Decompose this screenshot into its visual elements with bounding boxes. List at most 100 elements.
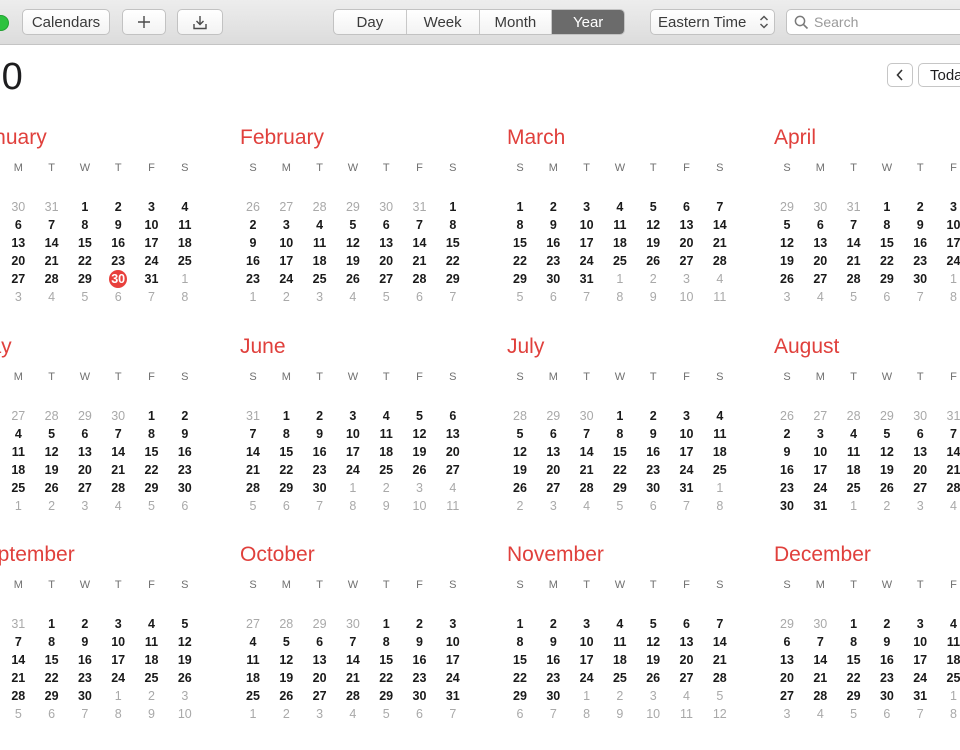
day-cell[interactable]: 9 [74, 633, 96, 651]
day-cell[interactable]: 6 [7, 216, 29, 234]
day-cell[interactable]: 5 [642, 615, 664, 633]
day-cell[interactable]: 23 [642, 461, 664, 479]
day-cell[interactable]: 23 [107, 252, 129, 270]
day-cell[interactable]: 28 [709, 252, 731, 270]
day-cell[interactable]: 3 [576, 198, 598, 216]
day-cell[interactable]: 24 [676, 461, 698, 479]
day-cell[interactable]: 12 [342, 234, 364, 252]
day-cell[interactable]: 6 [876, 288, 898, 306]
month-name[interactable]: March [507, 126, 565, 150]
export-button[interactable] [177, 9, 223, 35]
day-cell[interactable]: 7 [709, 615, 731, 633]
day-cell[interactable]: 15 [141, 443, 163, 461]
day-cell[interactable]: 12 [876, 443, 898, 461]
day-cell[interactable]: 15 [509, 234, 531, 252]
month-july[interactable]: July S M T W T F S 28 29 30 1 2 3 4 5 6 7 8 9 10 11 12 13 14 15 16… [507, 335, 755, 535]
day-cell[interactable]: 30 [909, 270, 931, 288]
day-cell[interactable]: 3 [7, 288, 29, 306]
day-cell[interactable]: 23 [409, 669, 431, 687]
day-cell[interactable]: 20 [676, 651, 698, 669]
day-cell[interactable]: 25 [375, 461, 397, 479]
day-cell[interactable]: 8 [609, 425, 631, 443]
day-cell[interactable]: 17 [342, 443, 364, 461]
day-cell[interactable]: 3 [309, 288, 331, 306]
day-cell[interactable]: 3 [676, 270, 698, 288]
day-cell[interactable]: 15 [375, 651, 397, 669]
day-cell[interactable]: 31 [843, 198, 865, 216]
day-cell[interactable]: 1 [342, 479, 364, 497]
day-cell[interactable]: 7 [74, 705, 96, 723]
day-cell[interactable]: 8 [41, 633, 63, 651]
day-cell[interactable]: 9 [909, 216, 931, 234]
day-cell[interactable]: 25 [609, 669, 631, 687]
day-cell[interactable]: 10 [275, 234, 297, 252]
day-cell[interactable]: 6 [74, 425, 96, 443]
day-cell[interactable]: 9 [642, 425, 664, 443]
day-cell[interactable]: 14 [41, 234, 63, 252]
day-cell[interactable]: 26 [409, 461, 431, 479]
day-cell[interactable]: 9 [409, 633, 431, 651]
day-cell[interactable]: 15 [876, 234, 898, 252]
day-cell[interactable]: 7 [542, 705, 564, 723]
day-cell[interactable]: 5 [141, 497, 163, 515]
day-cell[interactable]: 1 [943, 270, 960, 288]
window-zoom-button[interactable] [0, 15, 9, 31]
day-cell[interactable]: 13 [776, 651, 798, 669]
day-cell[interactable]: 15 [442, 234, 464, 252]
month-name[interactable]: July [507, 335, 544, 359]
day-cell[interactable]: 28 [943, 479, 960, 497]
day-cell[interactable]: 14 [342, 651, 364, 669]
today-button[interactable]: Today [918, 63, 960, 87]
day-cell[interactable]: 2 [542, 615, 564, 633]
day-cell[interactable]: 1 [242, 288, 264, 306]
day-cell[interactable]: 4 [309, 216, 331, 234]
day-cell[interactable]: 22 [375, 669, 397, 687]
day-cell[interactable]: 26 [776, 270, 798, 288]
day-cell[interactable]: 4 [107, 497, 129, 515]
day-cell[interactable]: 15 [74, 234, 96, 252]
day-cell[interactable]: 4 [342, 705, 364, 723]
day-cell[interactable]: 30 [7, 198, 29, 216]
day-cell[interactable]: 8 [943, 705, 960, 723]
day-cell[interactable]: 12 [509, 443, 531, 461]
month-january[interactable]: JanuarySMTWTFS29303112345678910111213141… [0, 126, 220, 326]
day-cell[interactable]: 27 [242, 615, 264, 633]
day-cell[interactable]: 17 [576, 234, 598, 252]
day-cell[interactable]: 3 [309, 705, 331, 723]
day-cell[interactable]: 9 [776, 443, 798, 461]
month-august[interactable]: AugustSMTWTFS262728293031123456789101112… [774, 335, 960, 535]
day-cell[interactable]: 28 [809, 687, 831, 705]
day-cell[interactable]: 16 [909, 234, 931, 252]
day-cell[interactable]: 7 [909, 705, 931, 723]
day-cell[interactable]: 1 [943, 687, 960, 705]
day-cell[interactable]: 9 [876, 633, 898, 651]
day-cell[interactable]: 1 [509, 198, 531, 216]
day-cell[interactable]: 5 [609, 497, 631, 515]
day-cell[interactable]: 16 [107, 234, 129, 252]
day-cell[interactable]: 22 [876, 252, 898, 270]
day-cell[interactable]: 12 [642, 216, 664, 234]
day-cell[interactable]: 7 [41, 216, 63, 234]
day-cell[interactable]: 20 [375, 252, 397, 270]
month-name[interactable]: January [0, 126, 47, 150]
day-cell[interactable]: 27 [309, 687, 331, 705]
day-cell[interactable]: 2 [74, 615, 96, 633]
day-cell[interactable]: 11 [442, 497, 464, 515]
day-cell[interactable]: 31 [409, 198, 431, 216]
day-cell[interactable]: 20 [909, 461, 931, 479]
day-cell[interactable]: 6 [509, 705, 531, 723]
day-cell[interactable]: 8 [876, 216, 898, 234]
day-cell[interactable]: 8 [342, 497, 364, 515]
day-cell[interactable]: 21 [709, 651, 731, 669]
day-cell[interactable]: 24 [809, 479, 831, 497]
day-cell[interactable]: 5 [375, 288, 397, 306]
day-cell[interactable]: 8 [74, 216, 96, 234]
day-cell[interactable]: 24 [943, 252, 960, 270]
day-cell[interactable]: 19 [342, 252, 364, 270]
day-cell[interactable]: 27 [676, 252, 698, 270]
day-cell[interactable]: 16 [876, 651, 898, 669]
day-cell[interactable]: 16 [309, 443, 331, 461]
day-cell[interactable]: 19 [409, 443, 431, 461]
day-cell[interactable]: 6 [174, 497, 196, 515]
day-cell[interactable]: 31 [242, 407, 264, 425]
